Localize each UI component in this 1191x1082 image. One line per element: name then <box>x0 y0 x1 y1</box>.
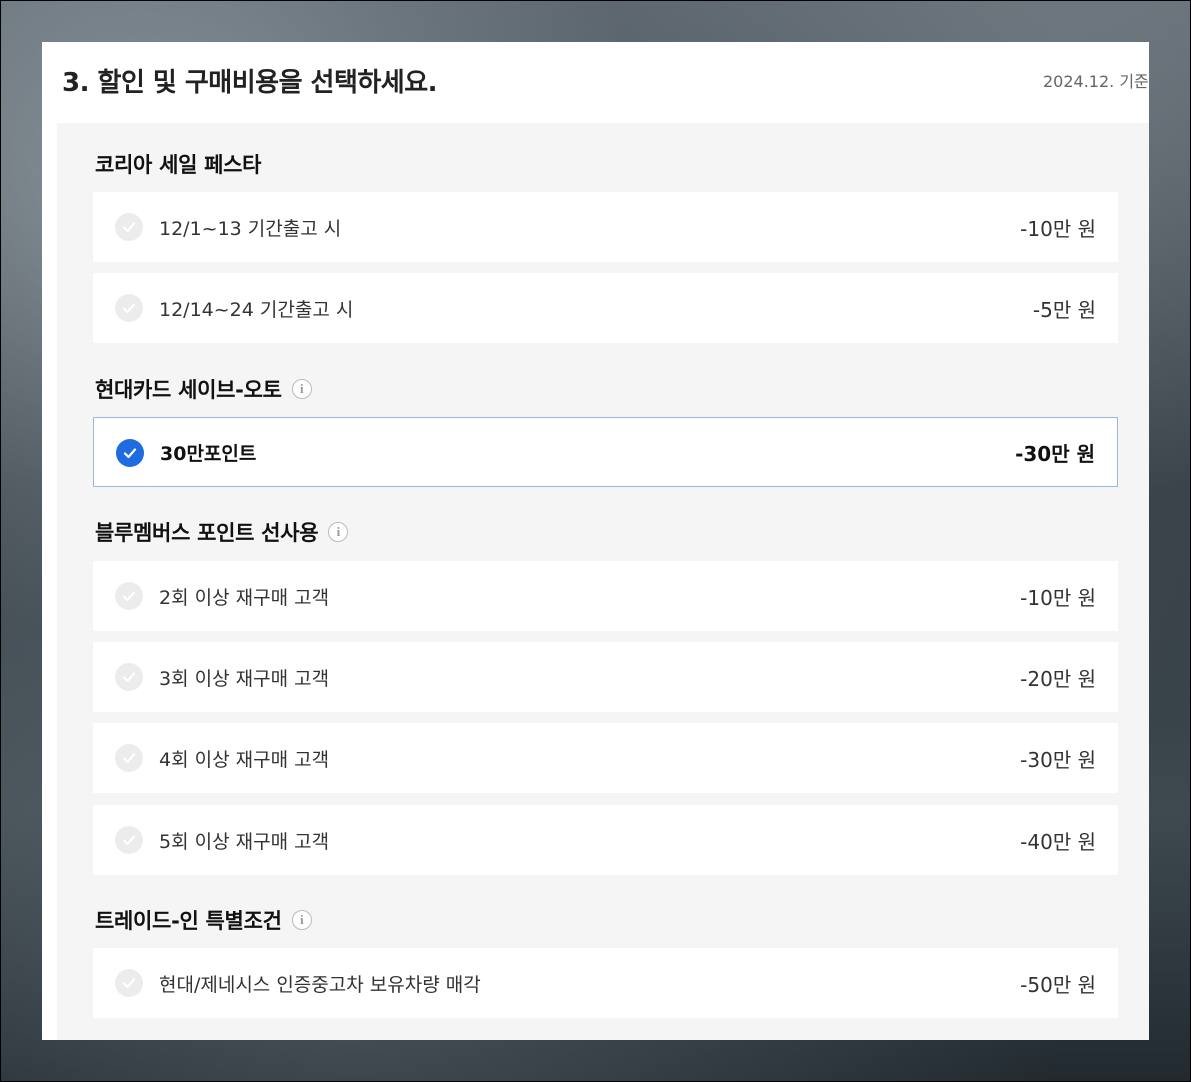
option-price: -10만 원 <box>1020 585 1096 610</box>
group-title-label: 코리아 세일 페스타 <box>95 153 262 177</box>
group-title-label: 블루멤버스 포인트 선사용 <box>95 521 319 545</box>
option-row[interactable]: 5회 이상 재구매 고객 -40만 원 <box>93 805 1118 875</box>
option-price: -50만 원 <box>1020 972 1096 997</box>
option-price: -20만 원 <box>1020 666 1096 691</box>
option-label: 5회 이상 재구매 고객 <box>159 830 330 853</box>
page-title: 3. 할인 및 구매비용을 선택하세요. <box>62 68 438 98</box>
option-label: 30만포인트 <box>160 442 257 465</box>
group-title-label: 트레이드-인 특별조건 <box>95 909 282 933</box>
info-icon[interactable]: i <box>291 910 312 930</box>
option-price: -10만 원 <box>1020 216 1096 241</box>
option-row[interactable]: 4회 이상 재구매 고객 -30만 원 <box>93 723 1118 793</box>
option-row[interactable]: 12/14~24 기간출고 시 -5만 원 <box>93 273 1118 343</box>
option-price: -30만 원 <box>1015 441 1095 466</box>
option-price: -30만 원 <box>1020 747 1096 772</box>
option-label: 12/1~13 기간출고 시 <box>159 217 342 240</box>
group-title-hyundai-card-save-auto: 현대카드 세이브-오토 i <box>95 374 312 404</box>
check-icon[interactable] <box>115 213 143 241</box>
group-title-korea-sale-festa: 코리아 세일 페스타 <box>95 149 261 179</box>
discount-panel: 3. 할인 및 구매비용을 선택하세요. 2024.12. 기준 코리아 세일 … <box>42 42 1149 1040</box>
reference-date: 2024.12. 기준 <box>1043 72 1149 91</box>
option-row[interactable]: 현대/제네시스 인증중고차 보유차량 매각 -50만 원 <box>93 948 1118 1018</box>
option-price: -40만 원 <box>1020 829 1096 854</box>
check-icon[interactable] <box>115 826 143 854</box>
check-icon[interactable] <box>116 439 144 467</box>
option-label: 4회 이상 재구매 고객 <box>159 748 330 771</box>
option-row[interactable]: 3회 이상 재구매 고객 -20만 원 <box>93 642 1118 712</box>
group-title-bluemembers-points: 블루멤버스 포인트 선사용 i <box>95 517 349 547</box>
info-icon[interactable]: i <box>328 522 349 542</box>
option-label: 현대/제네시스 인증중고차 보유차량 매각 <box>159 973 481 996</box>
check-icon[interactable] <box>115 663 143 691</box>
info-icon[interactable]: i <box>291 379 312 399</box>
option-row-selected[interactable]: 30만포인트 -30만 원 <box>93 417 1118 487</box>
option-row[interactable]: 12/1~13 기간출고 시 -10만 원 <box>93 192 1118 262</box>
option-label: 2회 이상 재구매 고객 <box>159 586 330 609</box>
check-icon[interactable] <box>115 969 143 997</box>
group-title-label: 현대카드 세이브-오토 <box>95 378 282 402</box>
option-label: 12/14~24 기간출고 시 <box>159 298 354 321</box>
option-price: -5만 원 <box>1032 297 1096 322</box>
option-row[interactable]: 2회 이상 재구매 고객 -10만 원 <box>93 561 1118 631</box>
check-icon[interactable] <box>115 294 143 322</box>
check-icon[interactable] <box>115 582 143 610</box>
discount-options-section: 코리아 세일 페스타 12/1~13 기간출고 시 -10만 원 12/14~2… <box>57 123 1149 1040</box>
group-title-trade-in: 트레이드-인 특별조건 i <box>95 905 312 935</box>
check-icon[interactable] <box>115 744 143 772</box>
option-label: 3회 이상 재구매 고객 <box>159 667 330 690</box>
